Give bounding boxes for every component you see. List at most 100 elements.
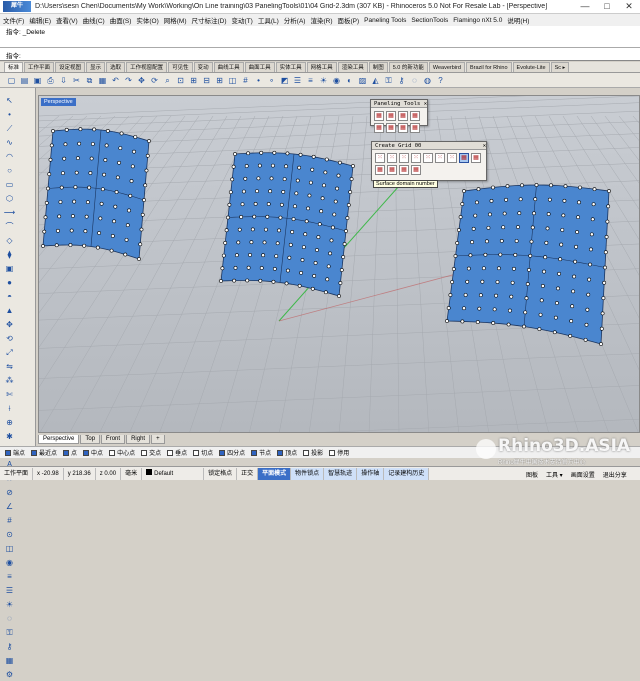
cplane-icon[interactable]: ◫ (2, 542, 17, 555)
grid-point[interactable] (125, 223, 130, 228)
paneling-tools-panel[interactable]: Paneling Tools ✕ ▦ ▦ ▦ ▦ ▦ ▦ ▦ ▦ (370, 99, 428, 133)
grid-point[interactable] (573, 259, 578, 264)
surface-grid-icon[interactable]: ▦ (386, 111, 396, 121)
grid-point[interactable] (523, 310, 528, 315)
grid-point[interactable] (520, 183, 524, 188)
grid-point[interactable] (99, 201, 104, 206)
grid-point[interactable] (286, 268, 290, 273)
grid-point[interactable] (272, 150, 277, 155)
grid-point[interactable] (486, 225, 491, 230)
osnap-item[interactable]: 四分点 (219, 448, 245, 457)
grid-point[interactable] (42, 229, 47, 234)
grid-point[interactable] (600, 311, 605, 316)
grid-point[interactable] (543, 255, 548, 260)
grid-point[interactable] (509, 294, 514, 299)
light-icon[interactable]: ☀ (318, 75, 329, 86)
grid-point[interactable] (294, 191, 299, 196)
point-icon[interactable]: • (2, 108, 17, 121)
toolbar-tab[interactable]: Brazil for Rhino (465, 62, 512, 72)
grid-point[interactable] (95, 245, 100, 250)
grid-point[interactable] (483, 252, 488, 257)
grid-point[interactable] (584, 322, 589, 327)
grid-point[interactable] (284, 164, 288, 169)
menu-item[interactable]: 文件(F) (3, 15, 24, 25)
grid-point[interactable] (455, 241, 460, 245)
grid-point[interactable] (476, 187, 481, 192)
grid-point[interactable] (506, 322, 511, 327)
layer-icon[interactable]: ≡ (2, 570, 17, 583)
grid-point[interactable] (297, 283, 302, 288)
grid-point[interactable] (232, 278, 237, 283)
grid-point[interactable] (530, 225, 535, 230)
grid-point[interactable] (480, 279, 485, 284)
osnap-checkbox[interactable] (277, 449, 284, 456)
grid-point[interactable] (545, 226, 550, 231)
grid-point[interactable] (68, 243, 73, 247)
new-file-icon[interactable]: ▢ (6, 75, 17, 86)
menu-item[interactable]: 曲线(C) (83, 15, 105, 25)
grid-point[interactable] (502, 211, 507, 216)
grid-point[interactable] (118, 146, 123, 150)
grid-point[interactable] (220, 266, 225, 271)
grid-point[interactable] (465, 279, 470, 284)
grid-point[interactable] (332, 212, 337, 217)
grid-point[interactable] (324, 157, 329, 162)
grid-point[interactable] (132, 149, 136, 154)
rectangle-icon[interactable]: ▭ (2, 178, 17, 191)
select-all-icon[interactable]: ◩ (279, 75, 290, 86)
box-icon[interactable]: ▣ (2, 262, 17, 275)
grid-point[interactable] (92, 127, 97, 132)
grid-point[interactable] (539, 298, 544, 303)
osnap-checkbox[interactable] (167, 449, 174, 456)
grid-point[interactable] (450, 280, 455, 284)
curve-point-icon[interactable]: ⁙ (447, 153, 457, 163)
viewport-tab[interactable]: Perspective (38, 435, 80, 444)
grid-point[interactable] (130, 164, 135, 169)
lock-icon[interactable]: ⚿ (2, 626, 17, 639)
status-toggle[interactable]: 操作轴 (357, 467, 385, 480)
grid-point[interactable] (474, 200, 479, 205)
menu-item[interactable]: 分析(A) (284, 15, 306, 25)
grid-point[interactable] (87, 185, 92, 190)
options-icon[interactable]: ▦ (398, 123, 408, 133)
grid-point[interactable] (560, 228, 565, 232)
osnap-item[interactable]: 投影 (303, 448, 323, 457)
points-on-icon[interactable]: • (253, 75, 264, 86)
grid-point[interactable] (544, 240, 549, 245)
properties-icon[interactable]: ☰ (2, 584, 17, 597)
grid-point[interactable] (143, 183, 148, 188)
grid-point[interactable] (491, 185, 495, 190)
grid-point[interactable] (58, 200, 63, 204)
grid-point[interactable] (549, 183, 553, 188)
grid-point[interactable] (497, 266, 501, 271)
grid-point[interactable] (557, 271, 561, 276)
grid-point[interactable] (601, 296, 606, 301)
grid-point[interactable] (253, 201, 258, 206)
fillet-icon[interactable]: ⌒ (2, 220, 17, 233)
grid-point[interactable] (78, 127, 83, 132)
grid-point[interactable] (307, 193, 312, 198)
toolbar-tab[interactable]: 网格工具 (306, 62, 337, 72)
surface-icon[interactable]: ◇ (2, 234, 17, 247)
grid-point[interactable] (607, 189, 611, 193)
grid-point[interactable] (274, 254, 279, 258)
grid-point[interactable] (252, 214, 257, 219)
grid-point[interactable] (137, 257, 141, 261)
grid-point[interactable] (508, 308, 512, 313)
grid-point[interactable] (279, 202, 284, 207)
undo-icon[interactable]: ↶ (110, 75, 121, 86)
grid-point[interactable] (271, 279, 276, 284)
grid-point[interactable] (275, 241, 280, 246)
render-icon[interactable]: ◉ (331, 75, 342, 86)
curve-grid-icon[interactable]: ▦ (398, 111, 408, 121)
grid-point[interactable] (59, 185, 64, 190)
grid-point[interactable] (525, 282, 530, 286)
grid-point[interactable] (571, 289, 576, 294)
grid-point[interactable] (139, 227, 144, 232)
grid-point[interactable] (114, 190, 119, 194)
grid-point[interactable] (513, 252, 518, 257)
grid-point[interactable] (488, 212, 492, 217)
grid-point[interactable] (534, 183, 539, 187)
grid-point[interactable] (329, 238, 334, 243)
grid-point[interactable] (462, 306, 466, 311)
